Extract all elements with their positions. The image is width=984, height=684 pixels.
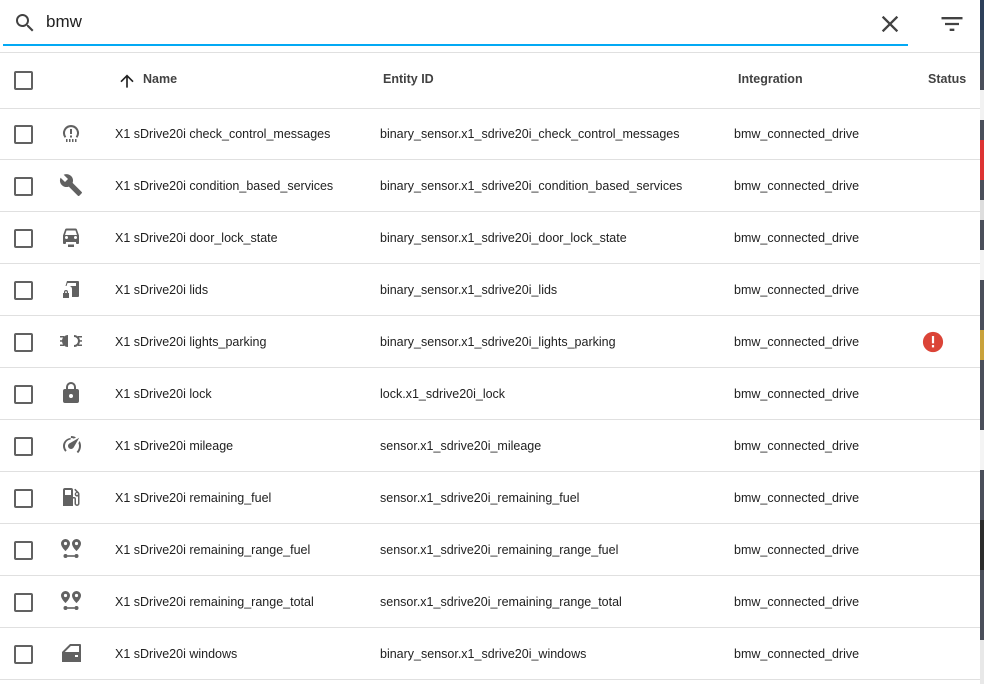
table-body: X1 sDrive20i check_control_messagesbinar… — [0, 108, 980, 680]
entity-name: X1 sDrive20i mileage — [115, 439, 234, 453]
integration-name: bmw_connected_drive — [734, 491, 860, 505]
row-checkbox[interactable] — [14, 333, 33, 352]
row-checkbox[interactable] — [14, 489, 33, 508]
wrench-icon — [59, 174, 82, 196]
table-row[interactable]: X1 sDrive20i remaining_range_fuel sensor.… — [0, 524, 980, 576]
search-input[interactable] — [46, 9, 846, 35]
entity-id: binary_sensor.x1_sdrive20i_lids — [380, 283, 558, 297]
map-marker-distance-icon — [61, 591, 81, 610]
entity-name: X1 sDrive20i door_lock_state — [115, 231, 278, 245]
column-header-name[interactable]: Name — [143, 72, 177, 86]
integration-name: bmw_connected_drive — [734, 543, 860, 557]
row-checkbox[interactable] — [14, 593, 33, 612]
entity-name: X1 sDrive20i lids — [115, 283, 209, 297]
map-marker-distance-icon — [61, 539, 81, 558]
column-header-integration[interactable]: Integration — [738, 72, 803, 86]
entity-id: binary_sensor.x1_sdrive20i_lights_parkin… — [380, 335, 616, 349]
integration-name: bmw_connected_drive — [734, 231, 860, 245]
row-checkbox[interactable] — [14, 281, 33, 300]
speedometer-icon — [63, 436, 81, 454]
integration-name: bmw_connected_drive — [734, 647, 860, 661]
table-row[interactable]: X1 sDrive20i remaining_fuel sensor.x1_sdr… — [0, 472, 980, 524]
table-row[interactable]: X1 sDrive20i lights_parking binary_sensor… — [0, 316, 980, 368]
background-edge — [980, 0, 984, 684]
table-row[interactable]: X1 sDrive20i lids binary_sensor.x1_sdrive… — [0, 264, 980, 316]
car-door-lock-icon — [63, 281, 79, 298]
entity-name: X1 sDrive20i remaining_range_fuel — [115, 543, 311, 557]
entity-id: sensor.x1_sdrive20i_remaining_range_tota… — [380, 595, 622, 609]
search-field — [3, 0, 908, 46]
entity-id: lock.x1_sdrive20i_lock — [380, 387, 506, 401]
car-key-icon — [63, 228, 79, 247]
table-row[interactable]: X1 sDrive20i check_control_messages binar… — [0, 108, 980, 160]
entity-name: X1 sDrive20i lock — [115, 387, 212, 401]
entity-id: sensor.x1_sdrive20i_remaining_range_fuel — [380, 543, 619, 557]
row-checkbox[interactable] — [14, 385, 33, 404]
entity-name: X1 sDrive20i remaining_fuel — [115, 491, 272, 505]
select-all-checkbox[interactable] — [14, 71, 33, 90]
table-row[interactable]: X1 sDrive20i condition_based_services bin… — [0, 160, 980, 212]
row-checkbox[interactable] — [14, 177, 33, 196]
entities-panel: Name Entity ID Integration Status X1 sDr… — [0, 0, 980, 684]
integration-name: bmw_connected_drive — [734, 335, 860, 349]
integration-name: bmw_connected_drive — [734, 439, 860, 453]
integration-name: bmw_connected_drive — [734, 283, 860, 297]
entity-name: X1 sDrive20i remaining_range_total — [115, 595, 314, 609]
table-row[interactable]: X1 sDrive20i mileage sensor.x1_sdrive20i_… — [0, 420, 980, 472]
arrow-up-icon[interactable] — [117, 71, 137, 91]
error-status-icon[interactable] — [922, 331, 944, 353]
car-door-icon — [62, 644, 81, 662]
entity-id: binary_sensor.x1_sdrive20i_check_control… — [380, 127, 680, 141]
lock-icon — [63, 382, 79, 403]
entity-id: sensor.x1_sdrive20i_remaining_fuel — [380, 491, 580, 505]
table-row[interactable]: X1 sDrive20i door_lock_state binary_senso… — [0, 212, 980, 264]
column-header-status[interactable]: Status — [928, 72, 966, 86]
table-row[interactable]: X1 sDrive20i lock lock.x1_sdrive20i_lock b… — [0, 368, 980, 420]
filter-icon[interactable] — [938, 10, 966, 38]
row-checkbox[interactable] — [14, 229, 33, 248]
row-checkbox[interactable] — [14, 437, 33, 456]
car-tire-alert-icon — [63, 125, 79, 142]
entity-name: X1 sDrive20i lights_parking — [115, 335, 267, 349]
entity-name: X1 sDrive20i condition_based_services — [115, 179, 334, 193]
entity-id: binary_sensor.x1_sdrive20i_condition_bas… — [380, 179, 683, 193]
entity-id: binary_sensor.x1_sdrive20i_door_lock_sta… — [380, 231, 627, 245]
table-header: Name Entity ID Integration Status — [0, 53, 980, 109]
column-header-entity-id[interactable]: Entity ID — [383, 72, 434, 86]
row-checkbox[interactable] — [14, 125, 33, 144]
row-checkbox[interactable] — [14, 541, 33, 560]
entity-name: X1 sDrive20i windows — [115, 647, 238, 661]
entity-id: sensor.x1_sdrive20i_mileage — [380, 439, 542, 453]
search-icon — [16, 14, 34, 32]
row-checkbox[interactable] — [14, 645, 33, 664]
integration-name: bmw_connected_drive — [734, 127, 860, 141]
integration-name: bmw_connected_drive — [734, 595, 860, 609]
integration-name: bmw_connected_drive — [734, 179, 860, 193]
car-parking-lights-icon — [60, 335, 82, 347]
gas-station-icon — [63, 488, 80, 506]
clear-search-icon[interactable] — [876, 10, 904, 38]
integration-name: bmw_connected_drive — [734, 387, 860, 401]
entity-name: X1 sDrive20i check_control_messages — [115, 127, 331, 141]
table-row[interactable]: X1 sDrive20i remaining_range_total sensor… — [0, 576, 980, 628]
search-bar — [0, 0, 980, 53]
entity-id: binary_sensor.x1_sdrive20i_windows — [380, 647, 587, 661]
table-row[interactable]: X1 sDrive20i windows binary_sensor.x1_sdr… — [0, 628, 980, 680]
